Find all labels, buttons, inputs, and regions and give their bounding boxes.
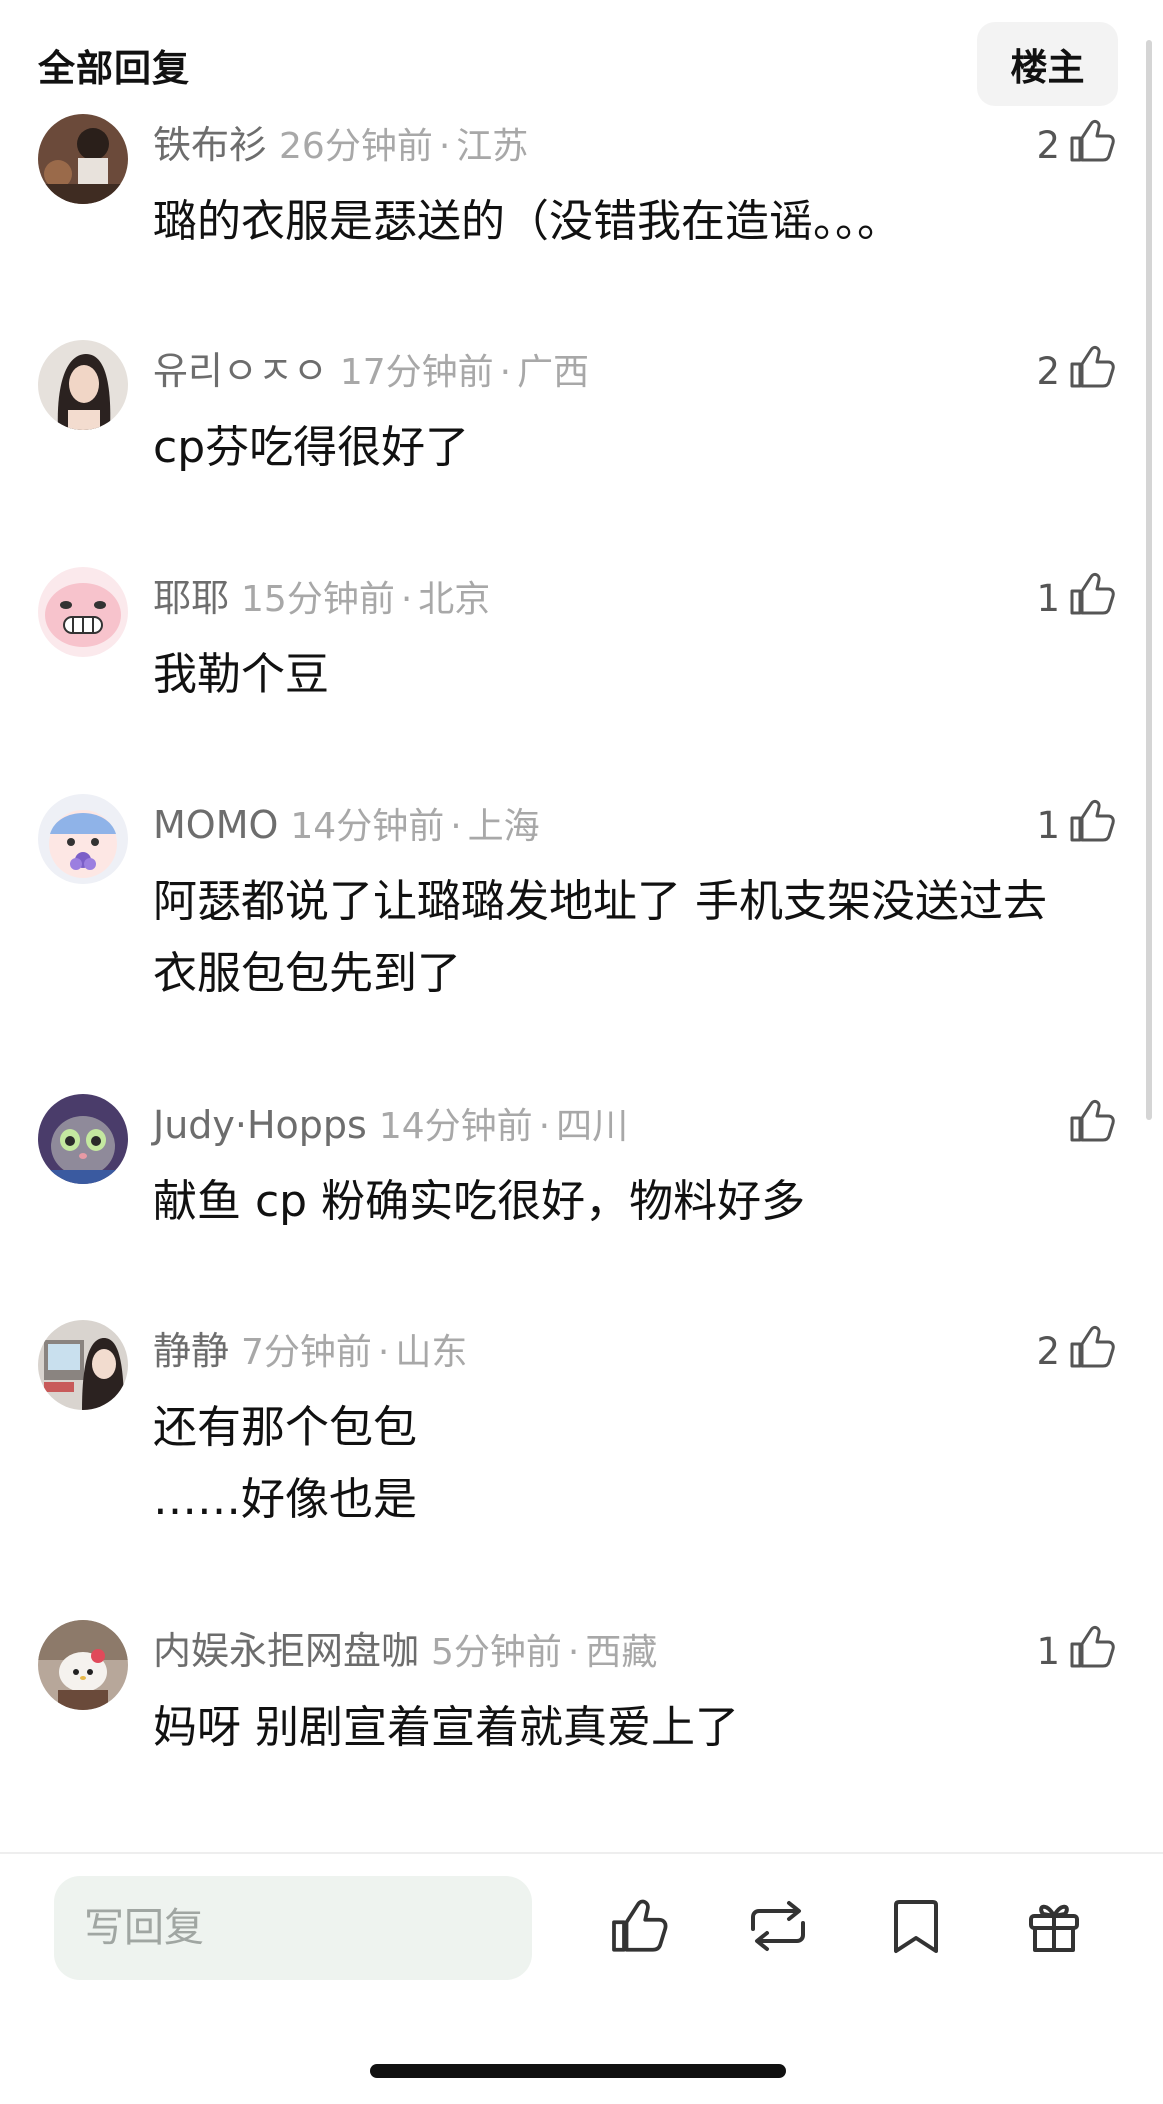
- like-button[interactable]: 1: [1030, 1624, 1116, 1679]
- avatar[interactable]: [38, 1094, 128, 1184]
- thumbs-up-icon: [1068, 344, 1116, 399]
- comment-text: 还有那个包包 ……好像也是: [153, 1402, 417, 1525]
- like-count: 2: [1036, 1329, 1060, 1373]
- comment-location: 西藏: [585, 1632, 658, 1673]
- comment-text: 妈呀 别剧宣着宣着就真爱上了: [153, 1702, 739, 1753]
- avatar[interactable]: [38, 114, 128, 204]
- like-button[interactable]: [1030, 1098, 1116, 1153]
- thumbs-up-icon: [1068, 571, 1116, 626]
- comment-author[interactable]: 유리ㅇㅈㅇ: [153, 349, 328, 393]
- meta-separator: ·: [567, 1632, 580, 1673]
- owner-only-button[interactable]: 楼主: [977, 22, 1118, 106]
- like-button[interactable]: 2: [1030, 344, 1116, 399]
- avatar[interactable]: [38, 794, 128, 884]
- comment-meta: MOMO 14分钟前 · 上海: [153, 800, 540, 852]
- comment-meta: 铁布衫 26分钟前 · 江苏: [153, 120, 528, 172]
- comment-time: 14分钟前: [290, 806, 445, 847]
- avatar[interactable]: [38, 567, 128, 657]
- header: 全部回复 楼主: [0, 0, 1163, 120]
- like-button[interactable]: 1: [1030, 571, 1116, 626]
- comment-location: 广西: [517, 352, 590, 393]
- comment-meta: 内娱永拒网盘咖 5分钟前 · 西藏: [153, 1626, 657, 1678]
- scrollbar[interactable]: [1146, 40, 1152, 1120]
- meta-separator: ·: [450, 806, 462, 847]
- gift-button[interactable]: [1018, 1892, 1090, 1964]
- thumbs-up-icon: [1068, 798, 1116, 853]
- like-count: 1: [1036, 1629, 1060, 1673]
- comment-text: cp芬吃得很好了: [153, 422, 470, 473]
- comment-text: 璐的衣服是瑟送的（没错我在造谣。。。: [153, 196, 901, 247]
- comment-text: 阿瑟都说了让璐璐发地址了 手机支架没送过去 衣服包包先到了: [153, 876, 1061, 999]
- avatar[interactable]: [38, 1320, 128, 1410]
- thumbs-up-icon: [609, 1897, 669, 1959]
- meta-separator: ·: [499, 352, 512, 393]
- comment-author[interactable]: 耶耶: [153, 576, 229, 620]
- like-button[interactable]: 1: [1030, 798, 1116, 853]
- meta-separator: ·: [377, 1332, 390, 1373]
- comment-location: 四川: [556, 1106, 629, 1147]
- comment-location: 上海: [467, 806, 540, 847]
- avatar[interactable]: [38, 340, 128, 430]
- comment-location: 山东: [395, 1332, 468, 1373]
- comment-author[interactable]: 内娱永拒网盘咖: [153, 1629, 419, 1673]
- like-post-button[interactable]: [603, 1892, 675, 1964]
- gift-icon: [1025, 1896, 1083, 1960]
- comment-time: 15分钟前: [241, 579, 395, 620]
- like-count: 2: [1036, 349, 1060, 393]
- page-title: 全部回复: [38, 47, 190, 90]
- bookmark-icon: [891, 1896, 941, 1960]
- comment-meta: 耶耶 15分钟前 · 北京: [153, 573, 490, 625]
- like-count: 2: [1036, 123, 1060, 167]
- comment-author[interactable]: MOMO: [153, 803, 278, 847]
- meta-separator: ·: [538, 1106, 551, 1147]
- comment-time: 7分钟前: [241, 1332, 372, 1373]
- like-count: 1: [1036, 803, 1060, 847]
- thumbs-up-icon: [1068, 1624, 1116, 1679]
- thumbs-up-icon: [1068, 1098, 1116, 1153]
- comment-time: 14分钟前: [378, 1106, 533, 1147]
- comment-meta: 유리ㅇㅈㅇ 17分钟前 · 广西: [153, 346, 589, 398]
- comment-text: 我勒个豆: [153, 649, 329, 700]
- home-indicator[interactable]: [370, 2064, 786, 2078]
- comment-author[interactable]: 静静: [153, 1329, 229, 1373]
- repost-button[interactable]: [742, 1892, 814, 1964]
- thumbs-up-icon: [1068, 118, 1116, 173]
- comment-meta: Judy·Hopps 14分钟前 · 四川: [153, 1100, 628, 1152]
- meta-separator: ·: [438, 126, 451, 167]
- comment-time: 5分钟前: [431, 1632, 562, 1673]
- bookmark-button[interactable]: [880, 1892, 952, 1964]
- thumbs-up-icon: [1068, 1324, 1116, 1379]
- comment-time: 17分钟前: [339, 352, 494, 393]
- comment-text: 献鱼 cp 粉确实吃很好，物料好多: [153, 1176, 806, 1227]
- like-button[interactable]: 2: [1030, 118, 1116, 173]
- avatar[interactable]: [38, 1620, 128, 1710]
- like-button[interactable]: 2: [1030, 1324, 1116, 1379]
- comment-location: 江苏: [456, 126, 529, 167]
- comment-meta: 静静 7分钟前 · 山东: [153, 1326, 467, 1378]
- comment-location: 北京: [418, 579, 491, 620]
- like-count: 1: [1036, 576, 1060, 620]
- repost-icon: [745, 1899, 811, 1957]
- meta-separator: ·: [400, 579, 413, 620]
- comment-author[interactable]: 铁布衫: [153, 123, 267, 167]
- comment-time: 26分钟前: [279, 126, 433, 167]
- reply-input[interactable]: [54, 1876, 532, 1980]
- comment-author[interactable]: Judy·Hopps: [153, 1103, 367, 1147]
